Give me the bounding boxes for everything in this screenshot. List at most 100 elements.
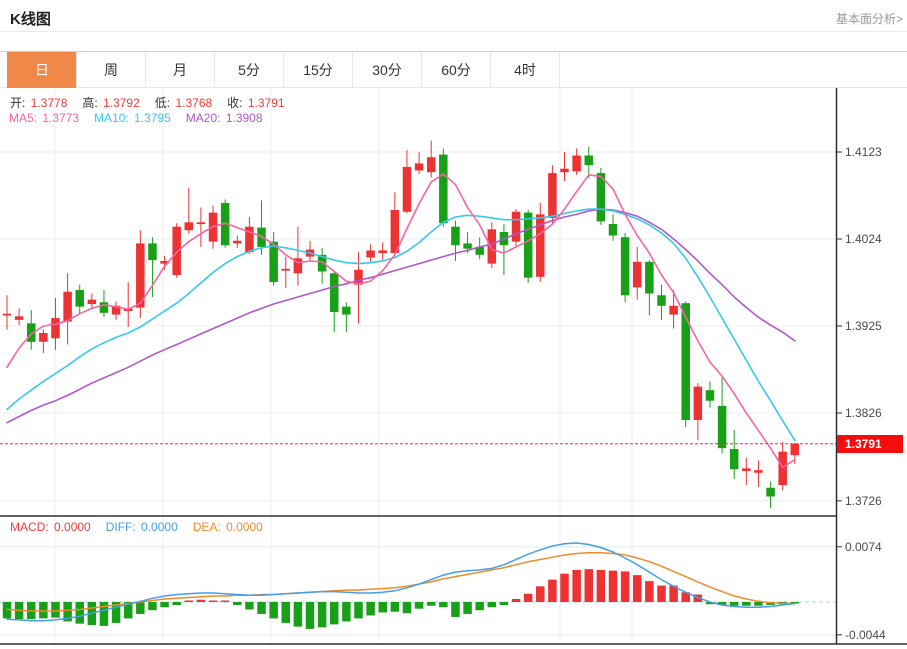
macd-bar bbox=[196, 599, 206, 602]
axis-tick-label: -0.0044 bbox=[845, 627, 886, 642]
candle-up bbox=[790, 443, 800, 456]
candle-down bbox=[645, 261, 654, 294]
readout: MA20: 1.3908 bbox=[186, 111, 265, 125]
candle-up bbox=[742, 468, 751, 472]
tab-60min[interactable]: 60分 bbox=[421, 52, 491, 88]
macd-bar bbox=[51, 602, 60, 618]
candle-up bbox=[669, 305, 678, 315]
candle-up bbox=[366, 250, 375, 258]
readout-value: 1.3791 bbox=[244, 96, 285, 110]
macd-bar bbox=[729, 602, 739, 606]
candle-up bbox=[778, 451, 787, 486]
readout-label: MACD: bbox=[10, 520, 49, 534]
macd-bar bbox=[172, 602, 181, 605]
macd-bar bbox=[184, 600, 194, 603]
macd-bar bbox=[220, 600, 230, 603]
axis-tick-label: 0.0074 bbox=[845, 539, 882, 554]
candle-down bbox=[439, 154, 448, 224]
candle-up bbox=[754, 470, 763, 473]
fundamental-analysis-link[interactable]: 基本面分析> bbox=[836, 10, 903, 27]
tab-bar: 日周月 5分 15分 30分 60分 4时 bbox=[7, 52, 560, 88]
candle-down bbox=[99, 302, 109, 313]
candle-down bbox=[657, 295, 666, 306]
macd-bar bbox=[548, 579, 557, 602]
macd-bar bbox=[366, 602, 375, 616]
candle-down bbox=[523, 212, 533, 278]
readout: MA5: 1.3773 bbox=[9, 111, 81, 125]
ma5-line bbox=[6, 173, 796, 469]
candle-up bbox=[414, 163, 424, 171]
ma-row: MA5: 1.3773 MA10: 1.3795 MA20: 1.3908 bbox=[9, 111, 278, 125]
candle-down bbox=[75, 289, 84, 307]
readout: MACD: 0.0000 bbox=[10, 520, 93, 534]
macd-bar bbox=[645, 581, 654, 602]
macd-bar bbox=[620, 571, 630, 602]
macd-bar bbox=[511, 599, 521, 602]
macd-bar bbox=[257, 602, 266, 614]
candle-up bbox=[378, 250, 387, 254]
candle-up bbox=[548, 173, 557, 218]
candle-up bbox=[632, 261, 642, 288]
macd-bar bbox=[572, 569, 581, 602]
candle-up bbox=[281, 268, 291, 271]
macd-bar bbox=[305, 602, 315, 629]
candle-down bbox=[705, 390, 715, 401]
macd-bar bbox=[523, 593, 533, 602]
macd-bar bbox=[475, 602, 484, 611]
kline-macd-canvas[interactable] bbox=[0, 88, 907, 645]
readout-value: 1.3795 bbox=[130, 111, 171, 125]
candle-up bbox=[63, 291, 72, 322]
candle-down bbox=[463, 243, 472, 249]
macd-bar bbox=[536, 586, 545, 602]
tab-4hour[interactable]: 4时 bbox=[490, 52, 560, 88]
tab-day[interactable]: 日 bbox=[7, 52, 77, 88]
tab-15min[interactable]: 15分 bbox=[283, 52, 353, 88]
readout-label: 开: bbox=[10, 96, 26, 110]
candle-up bbox=[87, 299, 97, 305]
macd-bar bbox=[390, 602, 400, 612]
macd-bar bbox=[39, 602, 48, 619]
readout: 开: 1.3778 bbox=[10, 96, 69, 110]
macd-bar bbox=[281, 602, 291, 623]
readout-value: 1.3778 bbox=[27, 96, 68, 110]
macd-bar bbox=[233, 602, 242, 605]
macd-bar bbox=[560, 573, 569, 602]
macd-bar bbox=[754, 602, 763, 606]
macd-bar bbox=[148, 602, 157, 611]
widget-header: K线图 基本面分析> bbox=[0, 0, 907, 32]
ohlc-row: 开: 1.3778 高: 1.3792 低: 1.3768 收: 1.3791 bbox=[10, 94, 300, 111]
macd-bar bbox=[608, 570, 618, 602]
readout-label: DEA: bbox=[192, 520, 221, 534]
macd-bar bbox=[402, 602, 412, 614]
macd-row: MACD: 0.0000 DIFF: 0.0000 DEA: 0.0000 bbox=[10, 520, 278, 534]
tab-5min[interactable]: 5分 bbox=[214, 52, 284, 88]
candle-down bbox=[717, 405, 727, 449]
axis-tick-label: 1.3726 bbox=[845, 493, 882, 508]
macd-bar bbox=[208, 600, 218, 603]
candle-down bbox=[584, 155, 594, 166]
readout-label: 收: bbox=[227, 96, 243, 110]
macd-bar bbox=[414, 602, 424, 609]
candle-up bbox=[572, 155, 581, 172]
macd-bar bbox=[75, 602, 84, 624]
macd-bar bbox=[632, 575, 642, 602]
kline-widget: K线图 基本面分析> 日周月 5分 15分 30分 60分 4时 开: 1.3778 高: … bbox=[0, 0, 907, 649]
readout: MA10: 1.3795 bbox=[94, 111, 173, 125]
macd-bar bbox=[378, 602, 387, 613]
candle-up bbox=[402, 166, 412, 212]
candle-down bbox=[620, 237, 630, 296]
candle-up bbox=[196, 222, 206, 225]
candle-up bbox=[172, 226, 181, 276]
candle-up bbox=[39, 333, 48, 342]
candle-up bbox=[233, 240, 242, 244]
candle-down bbox=[681, 303, 690, 421]
tab-30min[interactable]: 30分 bbox=[352, 52, 422, 88]
tab-month[interactable]: 月 bbox=[145, 52, 215, 88]
macd-bar bbox=[317, 602, 327, 628]
candle-down bbox=[729, 449, 739, 470]
readout-value: 0.0000 bbox=[222, 520, 263, 534]
tab-week[interactable]: 周 bbox=[76, 52, 146, 88]
axis-tick-label: 1.3925 bbox=[845, 319, 882, 333]
chart-container: 开: 1.3778 高: 1.3792 低: 1.3768 收: 1.3791 MA5… bbox=[0, 88, 907, 649]
macd-bar bbox=[657, 585, 666, 602]
